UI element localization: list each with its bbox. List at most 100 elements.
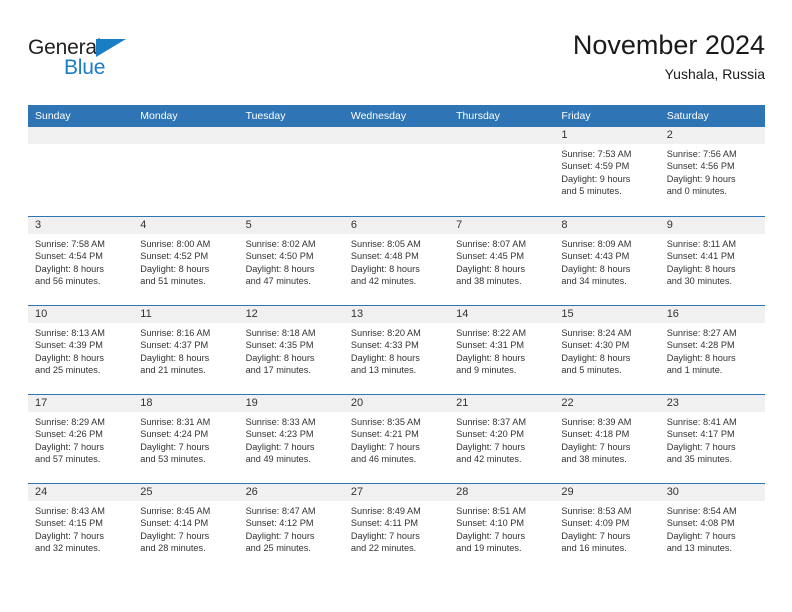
sunrise-text: Sunrise: 7:53 AM bbox=[561, 149, 632, 159]
sunrise-text: Sunrise: 7:58 AM bbox=[35, 239, 105, 249]
day-details: Sunrise: 8:47 AM Sunset: 4:12 PM Dayligh… bbox=[239, 501, 344, 555]
page-title: November 2024 bbox=[572, 30, 765, 60]
day-cell: 25 Sunrise: 8:45 AM Sunset: 4:14 PM Dayl… bbox=[133, 484, 239, 572]
day-cell: 1 Sunrise: 7:53 AM Sunset: 4:59 PM Dayli… bbox=[554, 127, 660, 216]
day-number bbox=[28, 127, 134, 144]
day-number: 6 bbox=[343, 217, 450, 234]
day-cell: 8 Sunrise: 8:09 AM Sunset: 4:43 PM Dayli… bbox=[554, 217, 660, 305]
daylight-text-line1: Daylight: 7 hours bbox=[561, 441, 631, 452]
daylight-text-line2: and 13 minutes. bbox=[350, 365, 417, 376]
day-details bbox=[239, 144, 344, 148]
day-number: 30 bbox=[659, 484, 765, 501]
day-cell bbox=[449, 127, 555, 216]
day-details: Sunrise: 8:53 AM Sunset: 4:09 PM Dayligh… bbox=[554, 501, 659, 555]
day-number: 21 bbox=[449, 395, 555, 412]
sunset-text: Sunset: 4:17 PM bbox=[666, 429, 735, 440]
weekday-header-sunday: Sunday bbox=[35, 110, 71, 122]
daylight-text-line1: Daylight: 8 hours bbox=[140, 352, 210, 363]
day-details: Sunrise: 8:11 AM Sunset: 4:41 PM Dayligh… bbox=[660, 234, 765, 288]
day-cell: 12 Sunrise: 8:18 AM Sunset: 4:35 PM Dayl… bbox=[238, 306, 344, 394]
daylight-text-line1: Daylight: 7 hours bbox=[456, 530, 526, 541]
sunset-text: Sunset: 4:59 PM bbox=[561, 161, 630, 172]
day-number: 5 bbox=[238, 217, 344, 234]
daylight-text-line2: and 38 minutes. bbox=[456, 276, 522, 287]
day-cell bbox=[133, 127, 239, 216]
daylight-text-line2: and 51 minutes. bbox=[140, 276, 206, 287]
daylight-text-line2: and 42 minutes. bbox=[456, 454, 522, 465]
daylight-text-line2: and 38 minutes. bbox=[561, 454, 627, 465]
daylight-text-line2: and 53 minutes. bbox=[140, 454, 206, 465]
sunset-text: Sunset: 4:41 PM bbox=[666, 251, 735, 262]
daylight-text-line2: and 19 minutes. bbox=[456, 543, 522, 554]
day-cell: 24 Sunrise: 8:43 AM Sunset: 4:15 PM Dayl… bbox=[28, 484, 134, 572]
sunset-text: Sunset: 4:28 PM bbox=[666, 340, 735, 351]
daylight-text-line1: Daylight: 7 hours bbox=[456, 441, 526, 452]
calendar-page: General Blue November 2024 Yushala, Russ… bbox=[0, 0, 792, 612]
sunrise-text: Sunrise: 8:02 AM bbox=[245, 239, 316, 249]
day-details: Sunrise: 8:00 AM Sunset: 4:52 PM Dayligh… bbox=[133, 234, 238, 288]
daylight-text-line2: and 25 minutes. bbox=[245, 543, 311, 554]
day-details: Sunrise: 8:54 AM Sunset: 4:08 PM Dayligh… bbox=[660, 501, 765, 555]
day-number: 19 bbox=[238, 395, 344, 412]
day-cell: 14 Sunrise: 8:22 AM Sunset: 4:31 PM Dayl… bbox=[449, 306, 555, 394]
day-cell: 19 Sunrise: 8:33 AM Sunset: 4:23 PM Dayl… bbox=[238, 395, 344, 483]
sunset-text: Sunset: 4:50 PM bbox=[245, 251, 314, 262]
logo-triangle-icon bbox=[96, 39, 126, 57]
sunrise-text: Sunrise: 8:31 AM bbox=[140, 417, 211, 427]
day-cell: 23 Sunrise: 8:41 AM Sunset: 4:17 PM Dayl… bbox=[659, 395, 765, 483]
weekday-header-row: Sunday Monday Tuesday Wednesday Thursday… bbox=[28, 105, 765, 127]
day-cell: 28 Sunrise: 8:51 AM Sunset: 4:10 PM Dayl… bbox=[449, 484, 555, 572]
day-cell: 5 Sunrise: 8:02 AM Sunset: 4:50 PM Dayli… bbox=[238, 217, 344, 305]
sunset-text: Sunset: 4:30 PM bbox=[561, 340, 630, 351]
daylight-text-line1: Daylight: 9 hours bbox=[561, 173, 631, 184]
day-details: Sunrise: 8:05 AM Sunset: 4:48 PM Dayligh… bbox=[344, 234, 449, 288]
sunset-text: Sunset: 4:33 PM bbox=[350, 340, 419, 351]
weekday-header-thursday: Thursday bbox=[456, 110, 500, 122]
sunrise-text: Sunrise: 8:27 AM bbox=[666, 328, 737, 338]
sunset-text: Sunset: 4:08 PM bbox=[666, 518, 735, 529]
daylight-text-line2: and 13 minutes. bbox=[666, 543, 733, 554]
week-row: 24 Sunrise: 8:43 AM Sunset: 4:15 PM Dayl… bbox=[28, 483, 765, 572]
sunrise-text: Sunrise: 8:54 AM bbox=[666, 506, 737, 516]
sunset-text: Sunset: 4:10 PM bbox=[456, 518, 525, 529]
daylight-text-line1: Daylight: 7 hours bbox=[245, 441, 315, 452]
day-details: Sunrise: 8:24 AM Sunset: 4:30 PM Dayligh… bbox=[554, 323, 659, 377]
day-number: 7 bbox=[449, 217, 555, 234]
day-cell bbox=[28, 127, 134, 216]
day-number: 28 bbox=[449, 484, 555, 501]
sunrise-text: Sunrise: 8:47 AM bbox=[245, 506, 316, 516]
sunset-text: Sunset: 4:37 PM bbox=[140, 340, 209, 351]
day-number: 15 bbox=[554, 306, 660, 323]
daylight-text-line1: Daylight: 8 hours bbox=[666, 263, 736, 274]
day-details: Sunrise: 8:45 AM Sunset: 4:14 PM Dayligh… bbox=[133, 501, 238, 555]
day-cell: 21 Sunrise: 8:37 AM Sunset: 4:20 PM Dayl… bbox=[449, 395, 555, 483]
daylight-text-line1: Daylight: 7 hours bbox=[140, 530, 210, 541]
weekday-header-saturday: Saturday bbox=[666, 110, 709, 122]
sunrise-text: Sunrise: 8:18 AM bbox=[245, 328, 316, 338]
daylight-text-line1: Daylight: 8 hours bbox=[456, 352, 526, 363]
day-cell: 26 Sunrise: 8:47 AM Sunset: 4:12 PM Dayl… bbox=[238, 484, 344, 572]
day-cell bbox=[343, 127, 450, 216]
sunrise-text: Sunrise: 8:39 AM bbox=[561, 417, 632, 427]
daylight-text-line2: and 56 minutes. bbox=[35, 276, 101, 287]
daylight-text-line1: Daylight: 8 hours bbox=[245, 352, 315, 363]
sunrise-text: Sunrise: 8:07 AM bbox=[456, 239, 527, 249]
day-number: 9 bbox=[659, 217, 765, 234]
day-number: 2 bbox=[659, 127, 765, 144]
title-block: November 2024 Yushala, Russia bbox=[573, 28, 765, 84]
sunset-text: Sunset: 4:56 PM bbox=[666, 161, 735, 172]
daylight-text-line2: and 25 minutes. bbox=[35, 365, 101, 376]
day-number bbox=[449, 127, 555, 144]
day-details: Sunrise: 8:22 AM Sunset: 4:31 PM Dayligh… bbox=[449, 323, 554, 377]
day-cell bbox=[238, 127, 344, 216]
daylight-text-line2: and 21 minutes. bbox=[140, 365, 206, 376]
sunrise-text: Sunrise: 8:24 AM bbox=[561, 328, 632, 338]
day-details: Sunrise: 8:13 AM Sunset: 4:39 PM Dayligh… bbox=[28, 323, 133, 377]
daylight-text-line2: and 32 minutes. bbox=[35, 543, 101, 554]
daylight-text-line1: Daylight: 8 hours bbox=[35, 263, 104, 274]
day-details: Sunrise: 8:41 AM Sunset: 4:17 PM Dayligh… bbox=[660, 412, 765, 466]
sunrise-text: Sunrise: 8:20 AM bbox=[350, 328, 421, 338]
sunset-text: Sunset: 4:21 PM bbox=[350, 429, 419, 440]
sunset-text: Sunset: 4:09 PM bbox=[561, 518, 630, 529]
daylight-text-line1: Daylight: 8 hours bbox=[561, 263, 631, 274]
